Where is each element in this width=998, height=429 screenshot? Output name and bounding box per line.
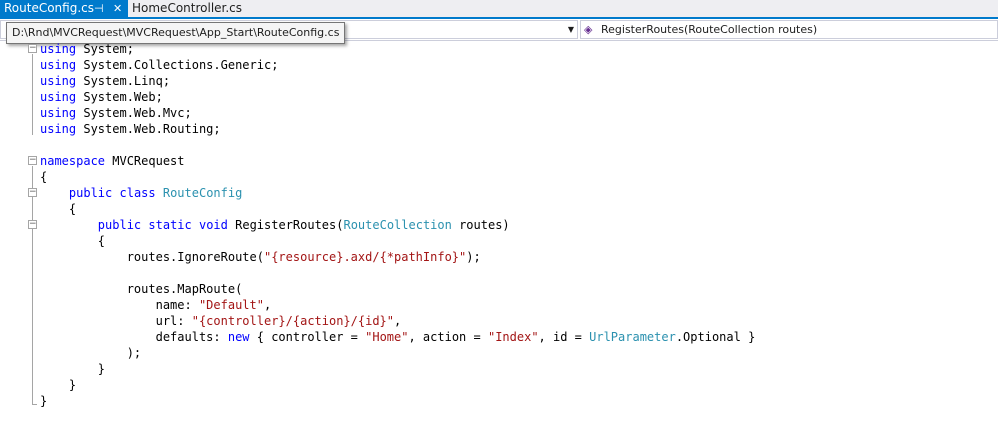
code-line[interactable]: defaults: new { controller = "Home", act… [40, 329, 756, 345]
tab-label: HomeController.cs [132, 1, 243, 15]
code-line[interactable]: using System; [40, 41, 134, 57]
code-token: System.Web; [76, 90, 163, 104]
code-token: , action = [408, 330, 488, 344]
code-token: System.Linq; [76, 74, 171, 88]
code-token: RegisterRoutes( [227, 218, 344, 232]
code-token: using [40, 58, 77, 72]
code-token: static [148, 218, 192, 232]
code-line[interactable]: } [40, 393, 47, 409]
code-token: "Index" [487, 330, 539, 344]
code-token: , [263, 298, 272, 312]
chevron-down-icon[interactable]: ▼ [568, 21, 574, 38]
code-token: using [40, 122, 77, 136]
code-token: { controller = [249, 330, 366, 344]
code-token: new [227, 330, 250, 344]
code-token: System.Web.Routing; [76, 122, 221, 136]
tab-routeconfig[interactable]: RouteConfig.cs ⊣ ✕ [0, 0, 128, 17]
code-token: ); [40, 346, 142, 360]
code-line[interactable]: using System.Web; [40, 89, 163, 105]
code-line[interactable]: using System.Web.Routing; [40, 121, 221, 137]
code-line[interactable]: } [40, 377, 76, 393]
code-token: } [40, 362, 106, 376]
code-line[interactable]: { [40, 169, 47, 185]
code-token: ); [466, 250, 481, 264]
code-line[interactable]: public class RouteConfig [40, 185, 242, 201]
code-editor[interactable]: using System; using System.Collections.Ge… [0, 41, 998, 429]
code-token: System; [76, 42, 134, 56]
collapse-icon[interactable]: − [28, 220, 37, 229]
code-line[interactable]: using System.Collections.Generic; [40, 57, 278, 73]
code-token: public [97, 218, 142, 232]
collapse-icon[interactable]: − [28, 156, 37, 165]
code-line[interactable]: } [40, 361, 105, 377]
code-line[interactable]: public static void RegisterRoutes(RouteC… [40, 217, 510, 233]
code-token: using [40, 106, 77, 120]
code-token: url: [40, 314, 192, 328]
code-token: { [40, 202, 77, 216]
code-token: .Optional } [675, 330, 756, 344]
code-token: name: [40, 298, 199, 312]
code-token: void [198, 218, 228, 232]
code-token: "{controller}/{action}/{id}" [191, 314, 395, 328]
code-line[interactable]: { [40, 233, 105, 249]
code-token: routes.MapRoute( [40, 282, 243, 296]
code-token: RouteConfig [162, 186, 243, 200]
pin-icon[interactable]: ⊣ [94, 0, 104, 17]
code-token: "{resource}.axd/{*pathInfo}" [263, 250, 467, 264]
code-token: , [394, 314, 402, 328]
code-token: } [40, 378, 77, 392]
collapse-icon[interactable]: − [28, 44, 37, 53]
code-token: defaults: [40, 330, 228, 344]
close-icon[interactable]: ✕ [113, 0, 122, 17]
code-token: class [119, 186, 156, 200]
code-token: { [40, 170, 48, 184]
code-line[interactable]: namespace MVCRequest [40, 153, 185, 169]
code-token: public [68, 186, 113, 200]
code-line[interactable]: name: "Default", [40, 297, 272, 313]
code-token: namespace [40, 154, 106, 168]
code-token: using [40, 74, 77, 88]
fold-guide-end [32, 404, 37, 405]
code-token: using [40, 90, 77, 104]
code-line[interactable]: routes.MapRoute( [40, 281, 243, 297]
code-token: using [40, 42, 77, 56]
code-line[interactable]: using System.Linq; [40, 73, 170, 89]
tab-label: RouteConfig.cs [4, 1, 94, 15]
code-token: } [40, 394, 48, 408]
code-token: System.Collections.Generic; [76, 58, 279, 72]
code-token: { [40, 234, 106, 248]
code-line[interactable]: ); [40, 345, 141, 361]
code-token: UrlParameter [589, 330, 676, 344]
code-line[interactable]: url: "{controller}/{action}/{id}", [40, 313, 402, 329]
code-token: , id = [538, 330, 590, 344]
code-token: routes) [451, 218, 510, 232]
code-token: "Default" [198, 298, 264, 312]
collapse-icon[interactable]: − [28, 188, 37, 197]
code-token: "Home" [365, 330, 409, 344]
member-dropdown[interactable]: ◈ RegisterRoutes(RouteCollection routes) [580, 20, 998, 39]
code-line[interactable]: { [40, 201, 76, 217]
code-token: System.Web.Mvc; [76, 106, 192, 120]
document-tab-bar: RouteConfig.cs ⊣ ✕ HomeController.cs [0, 0, 998, 19]
code-line[interactable]: routes.IgnoreRoute("{resource}.axd/{*pat… [40, 249, 481, 265]
code-token: routes.IgnoreRoute( [40, 250, 264, 264]
fold-guide [32, 54, 33, 135]
tab-homecontroller[interactable]: HomeController.cs [128, 0, 242, 17]
fold-guide [32, 166, 33, 404]
method-icon: ◈ [584, 23, 593, 36]
code-line[interactable]: using System.Web.Mvc; [40, 105, 192, 121]
code-token: MVCRequest [105, 154, 185, 168]
code-token: RouteCollection [343, 218, 452, 232]
member-dropdown-value: RegisterRoutes(RouteCollection routes) [601, 23, 818, 36]
